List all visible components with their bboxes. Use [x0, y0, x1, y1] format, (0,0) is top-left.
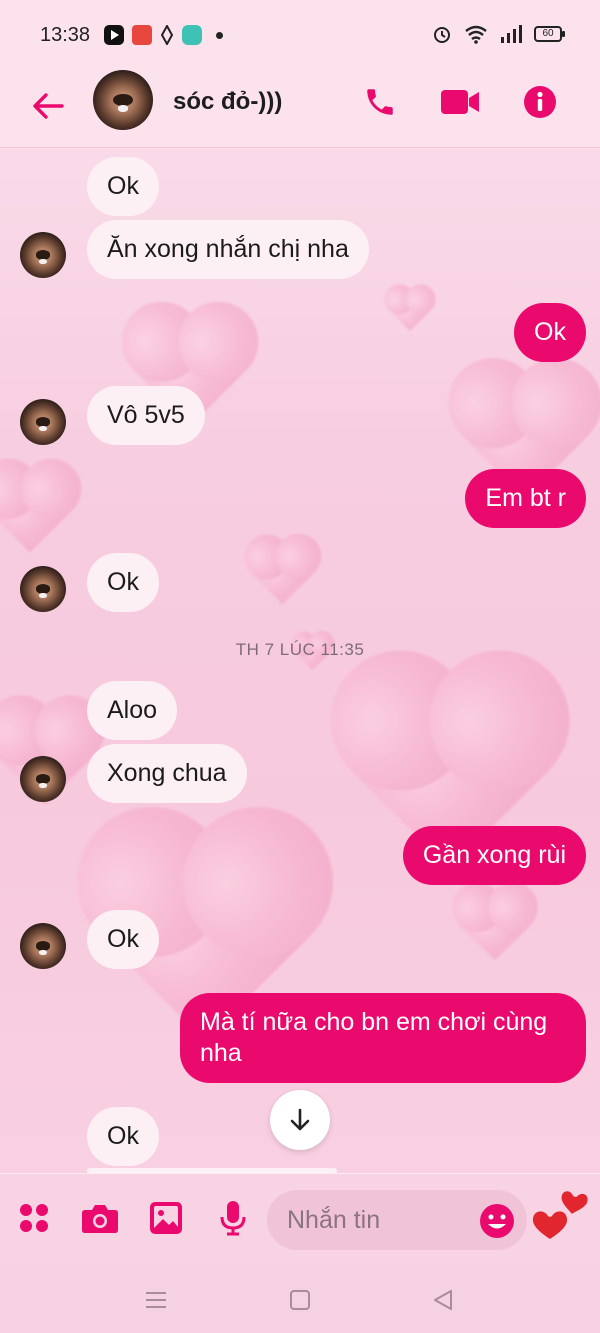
gallery-button[interactable] [146, 1198, 186, 1238]
chat-header: sóc đỏ-))) [0, 70, 600, 148]
sender-avatar[interactable] [20, 756, 66, 802]
message-composer: Nhắn tin [0, 1173, 600, 1265]
message-bubble-sent[interactable]: Gần xong rùi [402, 826, 586, 885]
home-square-icon[interactable] [287, 1287, 313, 1313]
voice-message-button[interactable] [213, 1198, 253, 1238]
telegram-icon [182, 25, 202, 45]
message-bubble-received[interactable]: Aloo [87, 681, 178, 740]
message-bubble-received[interactable]: Ăn xong nhắn chị nha [87, 220, 369, 279]
sender-avatar[interactable] [20, 399, 66, 445]
menu-icon[interactable] [143, 1287, 169, 1313]
voice-call-button[interactable] [360, 82, 400, 122]
status-indicators: 60 [432, 24, 565, 44]
more-actions-button[interactable] [14, 1198, 54, 1238]
contact-avatar[interactable] [93, 70, 153, 130]
message-bubble-received[interactable]: Xong chua [87, 744, 247, 803]
scroll-to-bottom-button[interactable] [270, 1090, 330, 1150]
status-bar: 13:38 60 [0, 0, 600, 70]
battery-indicator: 60 [534, 26, 565, 42]
four-dots-icon [20, 1204, 48, 1232]
camera-button[interactable] [80, 1198, 120, 1238]
sender-avatar[interactable] [20, 566, 66, 612]
camera-icon [82, 1205, 118, 1233]
sender-avatar[interactable] [20, 232, 66, 278]
youtube-icon [104, 25, 124, 45]
message-bubble-received[interactable]: Ok [87, 1107, 159, 1166]
system-navigation-bar [0, 1265, 600, 1333]
status-app-icons [104, 25, 223, 45]
alarm-icon [434, 27, 450, 43]
message-bubble-sent[interactable]: Em bt r [465, 469, 586, 528]
back-triangle-icon[interactable] [430, 1287, 456, 1313]
message-line: Mà tí nữa cho bn em chơi cùng [200, 1008, 548, 1036]
emoji-icon[interactable] [478, 1202, 516, 1240]
wifi-icon [465, 25, 487, 44]
message-bubble-received[interactable]: Vô 5v5 [87, 386, 205, 445]
message-bubble-received[interactable]: Ok [87, 157, 159, 216]
vpn-icon [160, 25, 174, 45]
contact-name[interactable]: sóc đỏ-))) [173, 88, 282, 116]
phone-icon [367, 89, 393, 115]
info-button[interactable] [520, 82, 560, 122]
message-bubble-sent[interactable]: Ok [514, 303, 586, 362]
video-call-button[interactable] [440, 82, 480, 122]
message-list[interactable]: Ok Ăn xong nhắn chị nha Ok Vô 5v5 Em bt … [0, 148, 600, 1173]
status-time: 13:38 [40, 24, 91, 46]
message-bubble-received[interactable]: Ok [87, 553, 159, 612]
mangatoon-icon [132, 25, 152, 45]
notification-dot-icon [216, 31, 223, 39]
back-arrow-icon[interactable] [28, 86, 68, 126]
image-icon [150, 1202, 182, 1234]
message-bubble-received[interactable]: Ok [87, 910, 159, 969]
info-icon [524, 86, 556, 118]
sender-avatar[interactable] [20, 923, 66, 969]
microphone-icon [220, 1201, 246, 1236]
arrow-down-icon [290, 1108, 310, 1131]
signal-icon [501, 25, 522, 43]
message-line: nha [200, 1039, 242, 1067]
message-bubble-sent[interactable]: Mà tí nữa cho bn em chơi cùng nha [180, 993, 586, 1083]
heart-reaction-icon[interactable] [530, 1186, 592, 1248]
message-timestamp: TH 7 LÚC 11:35 [235, 640, 365, 659]
video-camera-icon [441, 90, 479, 114]
